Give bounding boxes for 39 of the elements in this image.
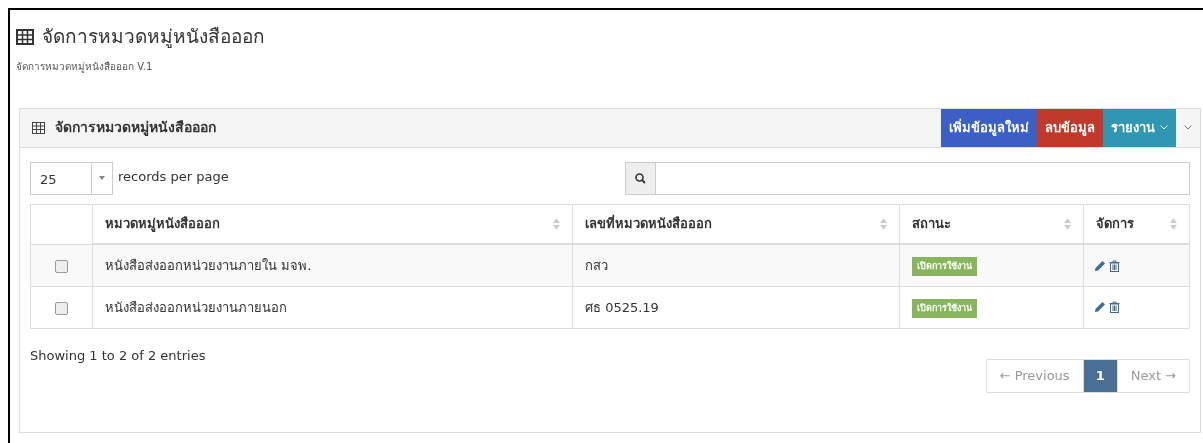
add-button[interactable]: เพิ่มข้อมูลใหม่: [941, 108, 1037, 147]
trash-icon[interactable]: [1109, 301, 1120, 314]
sort-icon: [1170, 217, 1177, 231]
page-button[interactable]: 1: [1082, 358, 1118, 393]
chevron-down-icon: [1160, 125, 1168, 131]
column-header[interactable]: สถานะ: [912, 214, 951, 234]
trash-icon[interactable]: [1109, 259, 1120, 272]
number-cell: ศธ 0525.19: [585, 299, 659, 315]
column-header[interactable]: หมวดหมู่หนังสือออก: [105, 214, 220, 234]
row-checkbox[interactable]: [55, 259, 68, 273]
sort-icon: [880, 217, 887, 231]
row-checkbox[interactable]: [55, 301, 68, 315]
column-header[interactable]: เลขที่หมวดหนังสือออก: [585, 214, 712, 234]
pencil-icon[interactable]: [1094, 301, 1106, 314]
page-size-select[interactable]: 25: [30, 161, 113, 195]
entries-info: Showing 1 to 2 of 2 entries: [30, 346, 206, 365]
delete-button[interactable]: ลบข้อมูล: [1037, 108, 1103, 147]
sort-icon: [553, 217, 560, 231]
column-header[interactable]: จัดการ: [1096, 214, 1134, 234]
name-cell: หนังสือส่งออกหน่วยงานภายใน มจพ.: [105, 257, 312, 273]
pencil-icon[interactable]: [1094, 259, 1106, 272]
next-page-button[interactable]: Next →: [1116, 358, 1190, 393]
caret-down-icon: [99, 176, 105, 181]
previous-page-button[interactable]: ← Previous: [985, 358, 1084, 393]
page-subtitle: จัดการหมวดหมู่หนังสือออก V.1: [16, 59, 154, 74]
status-badge: เปิดการใช้งาน: [912, 256, 977, 277]
sort-icon: [1064, 217, 1071, 231]
search-icon: [635, 172, 646, 184]
chevron-down-icon: [1184, 125, 1192, 131]
table-icon: [16, 28, 34, 45]
panel-title: จัดการหมวดหมู่หนังสือออก: [55, 118, 216, 138]
page-title: จัดการหมวดหมู่หนังสือออก: [42, 25, 265, 49]
search-field[interactable]: [625, 161, 1190, 195]
number-cell: กสว: [585, 257, 608, 273]
table-icon: [32, 121, 45, 134]
report-dropdown-button[interactable]: รายงาน: [1103, 108, 1176, 147]
status-badge: เปิดการใช้งาน: [912, 298, 977, 318]
name-cell: หนังสือส่งออกหน่วยงานภายนอก: [105, 299, 287, 315]
page-size-label: records per page: [118, 167, 229, 186]
